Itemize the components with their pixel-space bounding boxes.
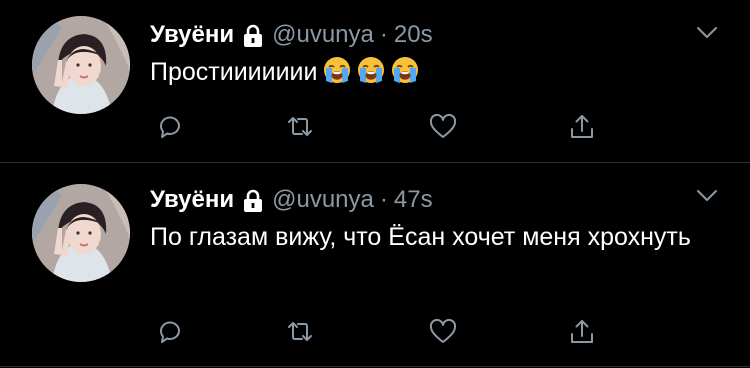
timestamp[interactable]: 47s — [394, 185, 433, 215]
retweet-icon[interactable] — [285, 317, 315, 347]
tweet-text: Простиииииии — [150, 55, 710, 89]
tweet-text-content: Простиииииии — [150, 58, 318, 86]
loudly-crying-face-icon — [391, 56, 419, 84]
tweet[interactable]: Увуёни @uvunya · 20s Простиииииии — [0, 0, 750, 163]
like-icon[interactable] — [428, 317, 458, 347]
tweet-header: Увуёни @uvunya · 20s — [150, 20, 433, 50]
avatar[interactable] — [32, 16, 130, 114]
user-handle[interactable]: @uvunya — [272, 185, 374, 215]
tweet-text: По глазам вижу, что Ёсан хочет меня хрох… — [150, 223, 691, 251]
loudly-crying-face-icon — [323, 56, 351, 84]
display-name[interactable]: Увуёни — [150, 20, 234, 50]
avatar[interactable] — [32, 184, 130, 282]
user-handle[interactable]: @uvunya — [272, 20, 374, 50]
separator-dot: · — [379, 186, 388, 213]
loudly-crying-face-icon — [357, 56, 385, 84]
retweet-icon[interactable] — [285, 112, 315, 142]
like-icon[interactable] — [428, 112, 458, 142]
separator-dot: · — [379, 21, 388, 48]
tweet[interactable]: Увуёни @uvunya · 47s По глазам вижу, что… — [0, 163, 750, 367]
lock-icon — [242, 189, 264, 213]
tweet-header: Увуёни @uvunya · 47s — [150, 185, 433, 215]
reply-icon[interactable] — [155, 317, 185, 347]
tweet-actions — [150, 112, 610, 142]
reply-icon[interactable] — [155, 112, 185, 142]
display-name[interactable]: Увуёни — [150, 185, 234, 215]
share-icon[interactable] — [567, 112, 597, 142]
share-icon[interactable] — [567, 317, 597, 347]
tweet-actions — [150, 317, 610, 347]
timestamp[interactable]: 20s — [394, 20, 433, 50]
chevron-down-icon[interactable] — [696, 189, 718, 203]
chevron-down-icon[interactable] — [696, 26, 718, 40]
lock-icon — [242, 24, 264, 48]
